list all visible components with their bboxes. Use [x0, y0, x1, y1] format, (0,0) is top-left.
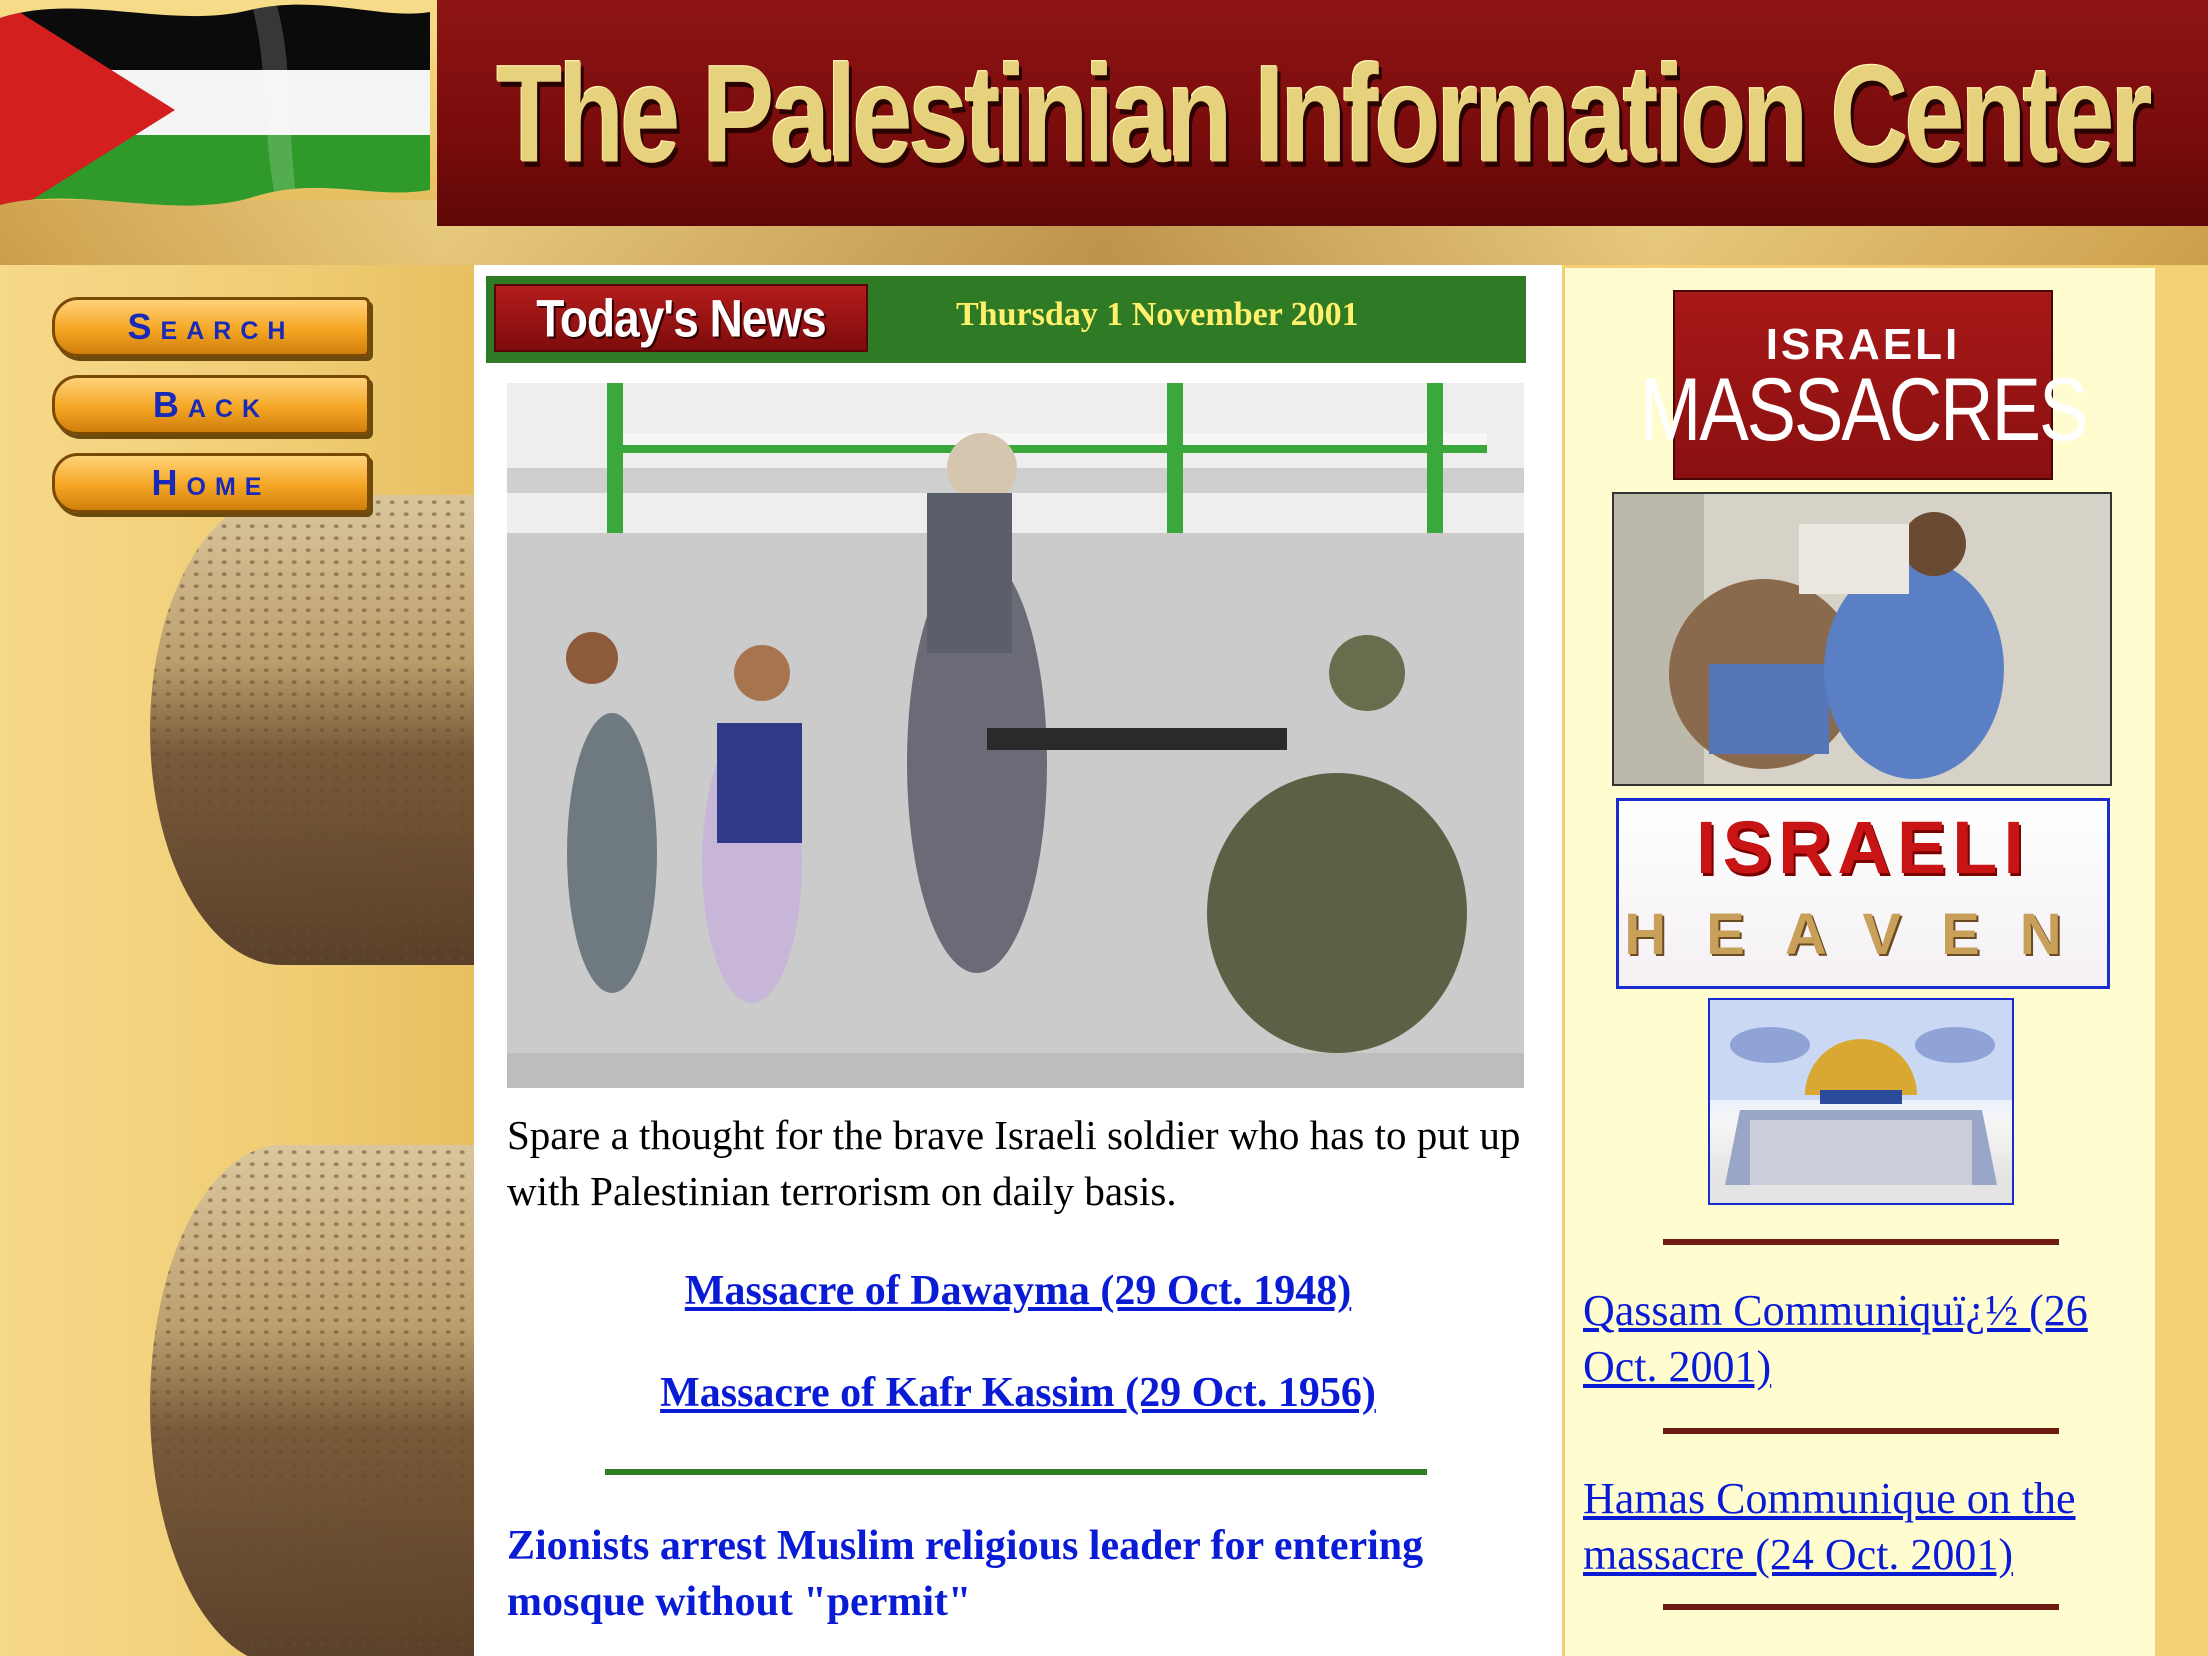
heaven-banner-top: ISRAELI — [1696, 806, 2030, 889]
massacres-banner-bottom: MASSACRES — [1639, 359, 2089, 460]
news-photo — [507, 383, 1524, 1088]
link-qassam-communique[interactable]: Qassam Communiquï¿½ (26 Oct. 2001) — [1583, 1283, 2143, 1395]
main-content: Today's News Thursday 1 November 2001 Sp… — [474, 265, 1562, 1656]
israeli-massacres-banner[interactable]: ISRAELI MASSACRES — [1640, 290, 2088, 480]
link-hamas-communique[interactable]: Hamas Communique on the massacre (24 Oct… — [1583, 1471, 2143, 1583]
site-title: The Palestinian Information Center — [496, 35, 2152, 191]
heaven-banner-bottom: HEAVEN — [1624, 902, 2102, 967]
back-button[interactable]: Back — [52, 375, 370, 435]
link-massacre-dawayma[interactable]: Massacre of Dawayma (29 Oct. 1948) — [474, 1267, 1562, 1315]
mosque-crowd-image — [150, 495, 474, 965]
news-headline[interactable]: Zionists arrest Muslim religious leader … — [507, 1518, 1507, 1630]
home-button[interactable]: Home — [52, 453, 370, 513]
sidebar-divider — [1663, 1428, 2059, 1434]
search-button[interactable]: Search — [52, 297, 370, 357]
mosque-crowd-image — [150, 1145, 474, 1656]
sidebar-divider — [1663, 1604, 2059, 1610]
dome-of-the-rock-image[interactable] — [1708, 998, 2014, 1205]
israeli-heaven-banner[interactable]: ISRAELI HEAVEN — [1616, 798, 2110, 989]
back-button-label: Back — [152, 384, 270, 425]
todays-news-bar: Today's News Thursday 1 November 2001 — [486, 276, 1526, 363]
sidebar-photo[interactable] — [1612, 492, 2112, 786]
todays-news-label: Today's News — [536, 288, 827, 348]
green-divider — [605, 1469, 1427, 1475]
site-banner: The Palestinian Information Center — [0, 0, 2208, 265]
news-date: Thursday 1 November 2001 — [956, 296, 1359, 333]
site-title-box: The Palestinian Information Center — [437, 0, 2208, 226]
todays-news-tab: Today's News — [494, 284, 868, 352]
sidebar-divider — [1663, 1239, 2059, 1245]
home-button-label: Home — [151, 462, 271, 503]
link-massacre-kafr-kassim[interactable]: Massacre of Kafr Kassim (29 Oct. 1956) — [474, 1369, 1562, 1417]
palestinian-flag-icon — [0, 4, 430, 206]
search-button-label: Search — [127, 306, 295, 347]
photo-caption: Spare a thought for the brave Israeli so… — [507, 1112, 1521, 1214]
